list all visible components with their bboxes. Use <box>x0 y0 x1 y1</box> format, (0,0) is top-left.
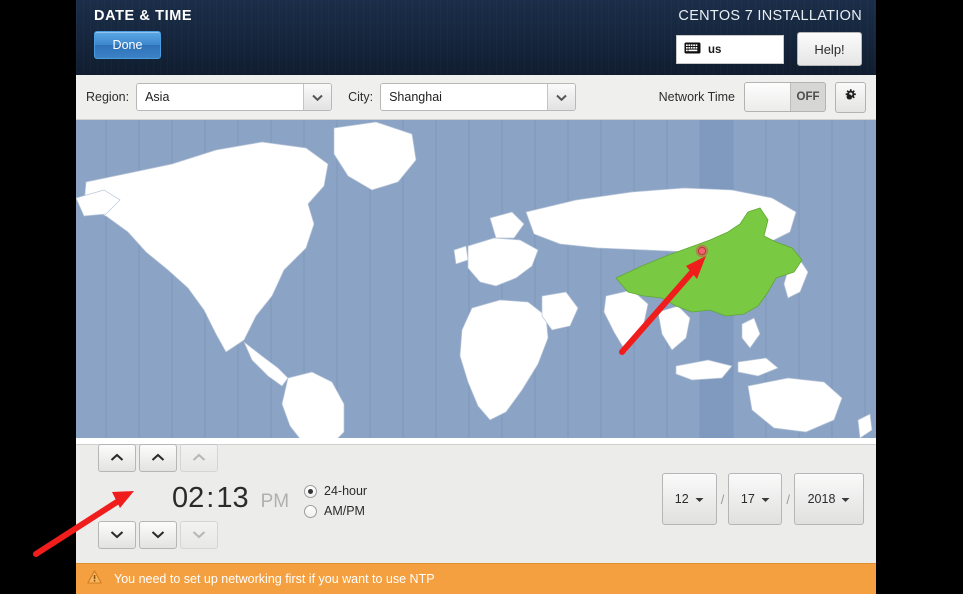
network-time-label: Network Time <box>658 90 735 104</box>
minute-value[interactable]: 13 <box>216 482 248 515</box>
gear-icon <box>842 86 859 108</box>
date-selectors: 12 / 17 / 2018 <box>661 473 864 525</box>
ampm-value[interactable]: PM <box>261 491 290 513</box>
chevron-up-icon <box>192 449 206 467</box>
date-separator: / <box>786 491 790 507</box>
year-dropdown[interactable]: 2018 <box>794 473 864 525</box>
city-dropdown[interactable]: Shanghai <box>380 83 577 111</box>
network-time-state: OFF <box>796 91 820 103</box>
chevron-down-icon <box>841 490 850 508</box>
keyboard-layout-label: us <box>708 43 722 56</box>
hour-spinner <box>98 444 136 549</box>
year-value: 2018 <box>807 492 836 506</box>
network-time-toggle[interactable]: OFF <box>744 82 826 112</box>
ampm-increment-button[interactable] <box>180 444 218 472</box>
warning-triangle-icon <box>87 569 102 589</box>
ntp-warning-bar: You need to set up networking first if y… <box>76 563 876 594</box>
installation-title: CENTOS 7 INSTALLATION <box>678 8 862 24</box>
time-format-options: 24-hour AM/PM <box>304 481 367 521</box>
world-map-graphic <box>76 120 876 444</box>
chevron-down-icon <box>110 526 124 544</box>
minute-decrement-button[interactable] <box>139 521 177 549</box>
city-label: City: <box>348 90 374 104</box>
location-selector-bar: Region: Asia City: Shanghai Network Time… <box>76 75 876 120</box>
chevron-down-icon <box>547 84 576 110</box>
radio-selected-icon <box>304 484 317 498</box>
chevron-down-icon <box>192 526 206 544</box>
chevron-up-icon <box>151 449 165 467</box>
ntp-warning-text: You need to set up networking first if y… <box>114 572 435 586</box>
toggle-knob <box>745 83 791 111</box>
timezone-map[interactable] <box>76 120 876 444</box>
day-dropdown[interactable]: 17 <box>728 473 783 525</box>
radio-am-pm-label: AM/PM <box>324 504 365 518</box>
done-button-label: Done <box>112 38 143 52</box>
chevron-down-icon <box>695 490 704 508</box>
time-readout: 02 : 13 PM <box>172 482 289 515</box>
city-value: Shanghai <box>381 84 548 110</box>
chevron-down-icon <box>303 84 332 110</box>
region-dropdown[interactable]: Asia <box>136 83 333 111</box>
chevron-down-icon <box>151 526 165 544</box>
chevron-up-icon <box>110 449 124 467</box>
radio-am-pm[interactable]: AM/PM <box>304 501 367 521</box>
date-separator: / <box>720 491 725 507</box>
region-group: Region: Asia <box>86 83 333 111</box>
screen-letterbox: DATE & TIME Done CENTOS 7 INSTALLATION u… <box>0 0 963 594</box>
hour-increment-button[interactable] <box>98 444 136 472</box>
app-header: DATE & TIME Done CENTOS 7 INSTALLATION u… <box>76 0 876 75</box>
done-button[interactable]: Done <box>94 31 161 59</box>
radio-dot <box>308 488 313 494</box>
hour-value[interactable]: 02 <box>172 482 204 515</box>
chevron-down-icon <box>761 490 770 508</box>
radio-24-hour[interactable]: 24-hour <box>304 481 367 501</box>
help-button[interactable]: Help! <box>797 32 862 66</box>
network-time-group: Network Time OFF <box>658 81 866 113</box>
keyboard-layout-indicator[interactable]: us <box>676 35 784 64</box>
region-label: Region: <box>86 90 130 104</box>
page-title: DATE & TIME <box>94 8 193 24</box>
time-colon: : <box>206 482 215 514</box>
radio-24-hour-label: 24-hour <box>324 484 368 498</box>
city-marker-shanghai <box>695 244 709 258</box>
ampm-decrement-button[interactable] <box>180 521 218 549</box>
hour-decrement-button[interactable] <box>98 521 136 549</box>
day-value: 17 <box>740 492 755 506</box>
keyboard-icon <box>684 41 701 59</box>
help-button-label: Help! <box>814 41 845 57</box>
city-group: City: Shanghai <box>348 83 577 111</box>
month-dropdown[interactable]: 12 <box>661 473 717 525</box>
minute-increment-button[interactable] <box>139 444 177 472</box>
installer-window: DATE & TIME Done CENTOS 7 INSTALLATION u… <box>76 0 876 594</box>
network-settings-button[interactable] <box>835 81 866 113</box>
radio-unselected-icon <box>304 504 317 518</box>
month-value: 12 <box>674 492 689 506</box>
region-value: Asia <box>137 84 304 110</box>
